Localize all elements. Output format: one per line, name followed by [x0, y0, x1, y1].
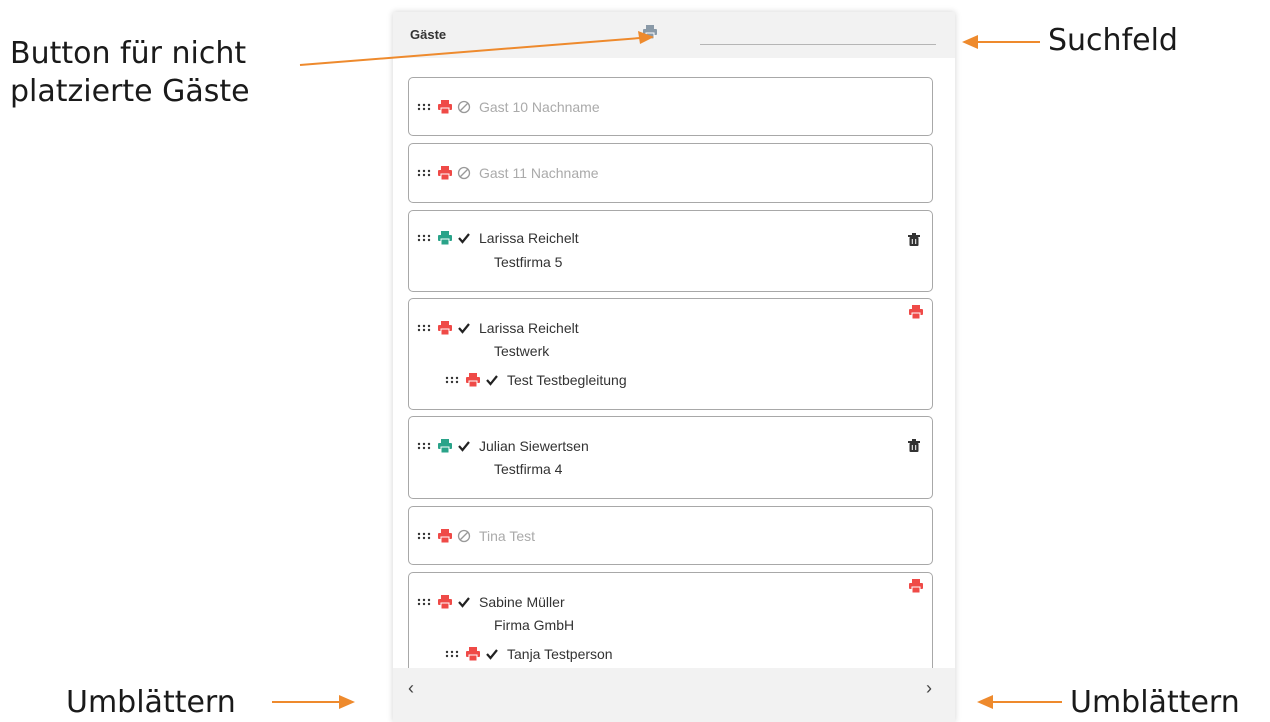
drag-handle-icon[interactable]: [445, 375, 459, 385]
companion-row[interactable]: Test Testbegleitung: [445, 371, 627, 389]
search-input[interactable]: [700, 30, 936, 45]
check-icon: [458, 597, 470, 608]
drag-handle-icon[interactable]: [417, 441, 431, 451]
print-icon[interactable]: [437, 321, 453, 335]
guest-list: Gast 10 Nachname Gast 11 Nachname Lariss…: [393, 58, 955, 668]
drag-handle-icon[interactable]: [417, 597, 431, 607]
guest-name: Tina Test: [479, 528, 536, 544]
print-icon[interactable]: [437, 100, 453, 114]
guests-panel: Gäste Gast 10 Nachname Gast 11 Nachname: [393, 12, 955, 722]
trash-icon[interactable]: [908, 439, 920, 452]
guest-company: Firma GmbH: [494, 617, 575, 633]
companion-row[interactable]: Tanja Testperson: [445, 645, 613, 663]
not-placed-icon: [457, 100, 471, 114]
print-icon[interactable]: [437, 231, 453, 245]
annotation-page-prev: Umblättern: [66, 685, 236, 720]
print-icon[interactable]: [465, 647, 481, 661]
guest-card[interactable]: Sabine Müller Firma GmbH Tanja Testperso…: [408, 572, 933, 668]
prev-page-button[interactable]: ‹: [408, 678, 414, 699]
drag-handle-icon[interactable]: [445, 649, 459, 659]
print-icon[interactable]: [437, 529, 453, 543]
guest-name: Gast 10 Nachname: [479, 99, 600, 115]
guest-company: Testfirma 4: [494, 461, 563, 477]
guest-company: Testfirma 5: [494, 254, 563, 270]
print-icon[interactable]: [908, 305, 924, 319]
print-icon[interactable]: [908, 579, 924, 593]
guest-name: Larissa Reichelt: [479, 320, 579, 336]
drag-handle-icon[interactable]: [417, 323, 431, 333]
drag-handle-icon[interactable]: [417, 531, 431, 541]
companion-name: Tanja Testperson: [507, 646, 613, 662]
annotation-search-field: Suchfeld: [1048, 23, 1178, 58]
guest-company: Testwerk: [494, 343, 550, 359]
guest-name: Gast 11 Nachname: [479, 165, 599, 181]
panel-title: Gäste: [410, 27, 447, 42]
guest-name: Sabine Müller: [479, 594, 565, 610]
check-icon: [486, 375, 498, 386]
guest-card[interactable]: Gast 10 Nachname: [408, 77, 933, 136]
guest-name: Julian Siewertsen: [479, 438, 589, 454]
check-icon: [458, 441, 470, 452]
guest-card[interactable]: Gast 11 Nachname: [408, 143, 933, 203]
print-icon[interactable]: [437, 439, 453, 453]
unplaced-guests-print-icon[interactable]: [642, 25, 658, 44]
not-placed-icon: [457, 166, 471, 180]
next-page-button[interactable]: ›: [926, 678, 932, 699]
drag-handle-icon[interactable]: [417, 233, 431, 243]
companion-name: Test Testbegleitung: [507, 372, 627, 388]
trash-icon[interactable]: [908, 233, 920, 246]
guest-card[interactable]: Larissa Reichelt Testfirma 5: [408, 210, 933, 292]
guest-card[interactable]: Larissa Reichelt Testwerk Test Testbegle…: [408, 298, 933, 410]
print-icon[interactable]: [437, 166, 453, 180]
annotation-page-next: Umblättern: [1070, 685, 1240, 720]
guest-card[interactable]: Tina Test: [408, 506, 933, 565]
guest-card[interactable]: Julian Siewertsen Testfirma 4: [408, 416, 933, 499]
check-icon: [458, 233, 470, 244]
drag-handle-icon[interactable]: [417, 168, 431, 178]
annotation-unplaced-button: Button für nicht platzierte Gäste: [10, 36, 250, 109]
check-icon: [486, 649, 498, 660]
drag-handle-icon[interactable]: [417, 102, 431, 112]
print-icon[interactable]: [437, 595, 453, 609]
pagination-bar: ‹ ›: [393, 668, 955, 722]
print-icon[interactable]: [465, 373, 481, 387]
guest-name: Larissa Reichelt: [479, 230, 579, 246]
not-placed-icon: [457, 529, 471, 543]
check-icon: [458, 323, 470, 334]
panel-header: Gäste: [393, 12, 955, 58]
